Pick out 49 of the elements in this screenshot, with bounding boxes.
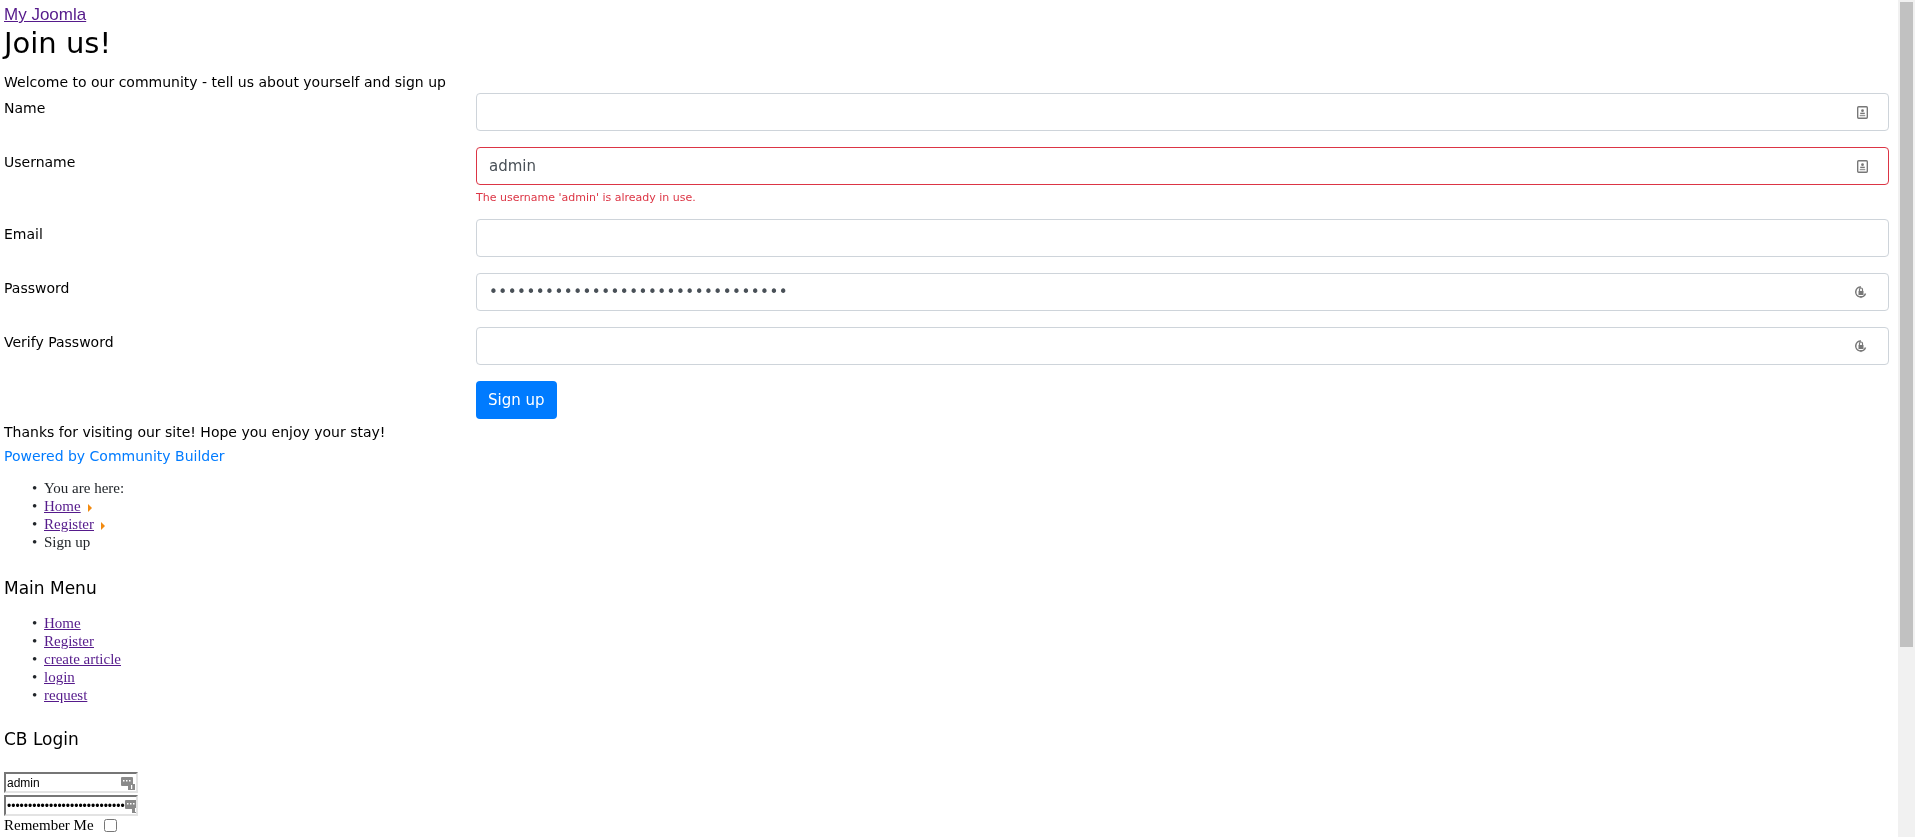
closing-text: Thanks for visiting our site! Hope you enjoy your stay!	[4, 423, 386, 442]
scrollbar[interactable]	[1898, 0, 1915, 837]
list-bullet: •	[32, 614, 39, 632]
id-card-icon	[1857, 105, 1868, 119]
input-field[interactable]	[476, 327, 1889, 365]
scrollbar-thumb[interactable]	[1900, 2, 1913, 647]
key-icon	[121, 775, 135, 790]
remember-checkbox[interactable]	[103, 818, 117, 832]
remember-label: Remember Me	[4, 816, 94, 834]
menu-link[interactable]: create article	[44, 651, 121, 667]
field-label: Password	[4, 279, 71, 298]
list-bullet: •	[32, 497, 39, 515]
menu-link[interactable]: Home	[44, 615, 81, 631]
menu-heading: Main Menu	[4, 577, 97, 599]
field-label: Email	[4, 225, 44, 244]
input-field[interactable]: ••••••••••••••••••••••••••••••••	[476, 273, 1889, 311]
input-field[interactable]: admin	[476, 147, 1889, 185]
menu-link[interactable]: login	[44, 669, 75, 685]
list-bullet: •	[32, 668, 39, 686]
input-field[interactable]	[476, 219, 1889, 257]
input-field[interactable]	[476, 93, 1889, 131]
list-bullet: •	[32, 632, 39, 650]
breadcrumb-text: Sign up	[44, 534, 91, 550]
lock-icon	[1854, 285, 1868, 299]
error-message: The username 'admin' is already in use.	[476, 190, 696, 206]
breadcrumb-link[interactable]: Home	[44, 498, 81, 514]
field-label: Verify Password	[4, 333, 115, 352]
page-title: Join us!	[4, 26, 112, 60]
key-icon	[124, 798, 136, 813]
list-bullet: •	[32, 515, 39, 533]
menu-link[interactable]: Register	[44, 633, 94, 649]
list-bullet: •	[32, 686, 39, 704]
field-label: Name	[4, 99, 47, 118]
list-bullet: •	[32, 650, 39, 668]
breadcrumb-text: You are here:	[44, 480, 125, 496]
menu-link[interactable]: request	[44, 687, 88, 703]
input-field[interactable]: ••••••••••••••••••••••••••••	[4, 795, 138, 816]
powered-by-link[interactable]: Powered by Community Builder	[4, 446, 225, 466]
list-bullet: •	[32, 533, 39, 551]
list-bullet: •	[32, 479, 39, 497]
id-card-icon	[1857, 159, 1868, 173]
site-link[interactable]: My Joomla	[4, 4, 87, 26]
input-field[interactable]: admin	[4, 772, 138, 793]
lock-icon	[1854, 339, 1868, 353]
intro-text: Welcome to our community - tell us about yourself and sign up	[4, 73, 446, 92]
breadcrumb-link[interactable]: Register	[44, 516, 94, 532]
field-label: Username	[4, 153, 77, 172]
sign-up-button[interactable]: Sign up	[476, 381, 557, 419]
login-heading: CB Login	[4, 728, 79, 750]
